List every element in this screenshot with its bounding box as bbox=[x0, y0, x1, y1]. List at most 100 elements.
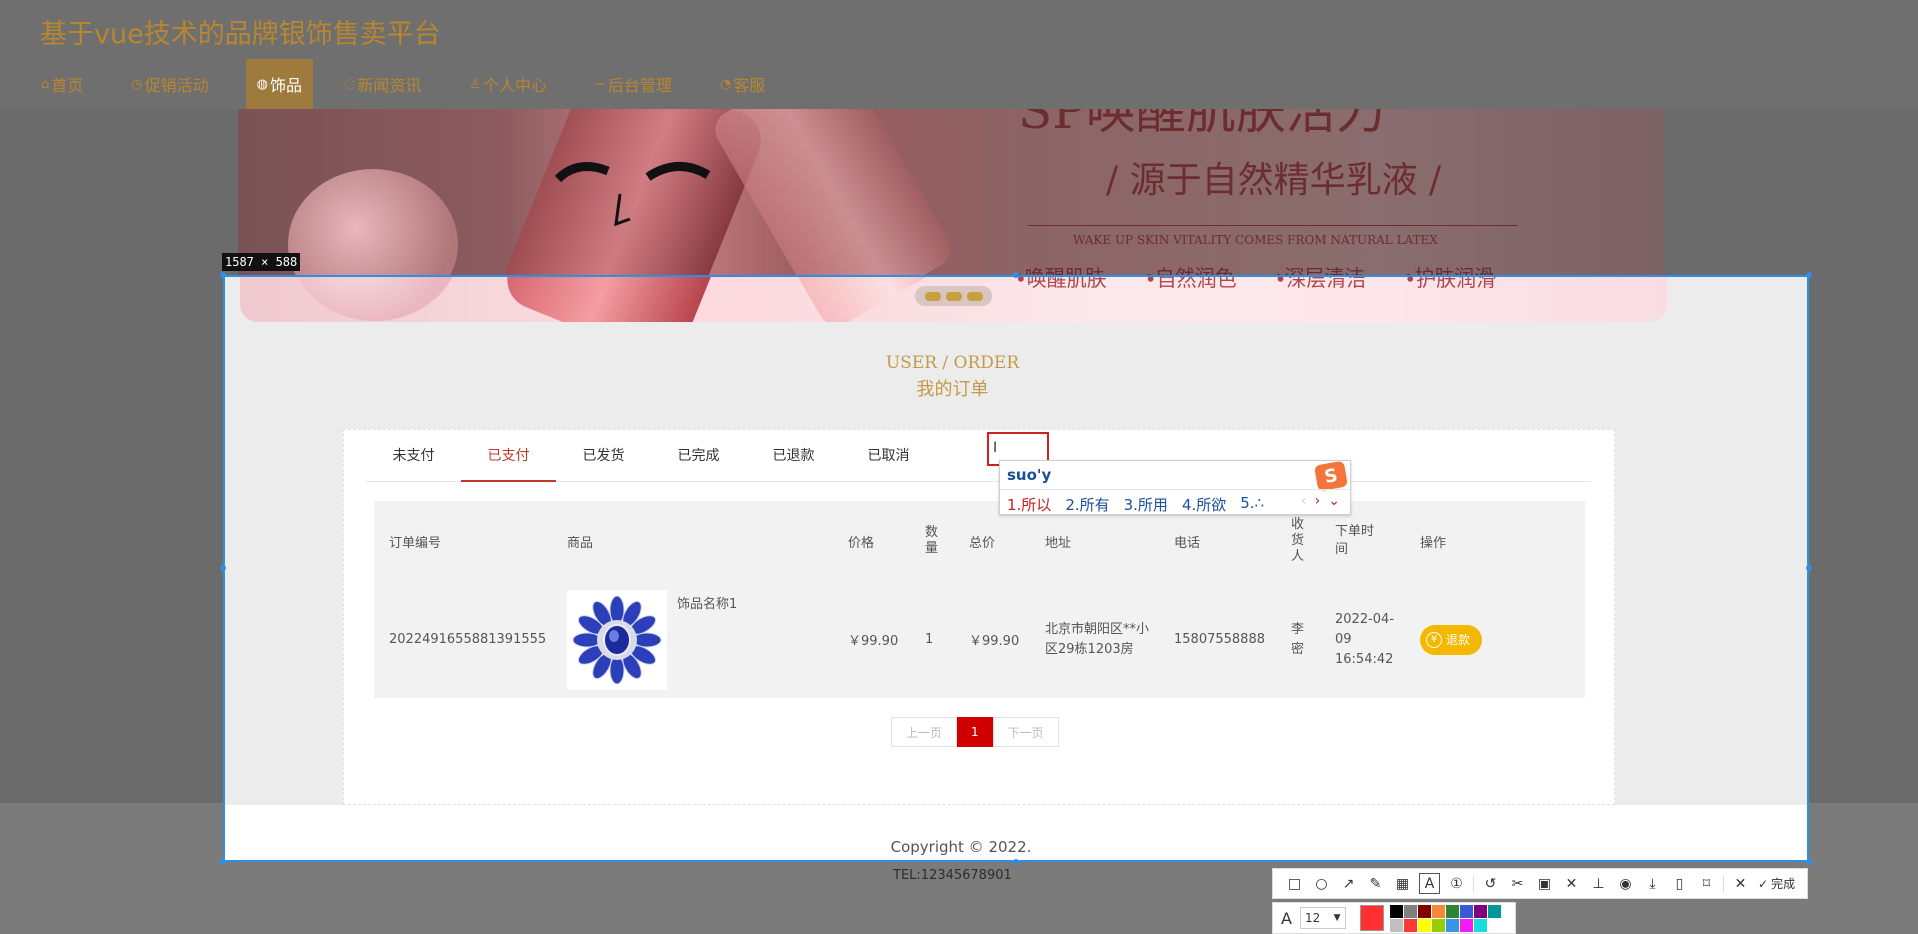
color-swatch[interactable] bbox=[1446, 904, 1459, 918]
scissors-icon[interactable]: ✂ bbox=[1504, 870, 1531, 897]
page-1-button[interactable]: 1 bbox=[957, 717, 993, 747]
nav-item-4[interactable]: ♙ 个人中心 bbox=[458, 59, 558, 109]
screenshot-toolbar: □ ○ ↗ ✎ ▦ A ① ↺ ✂ ▣ ✕ ⊥ ◉ ⤓ ▯ ⌑ ✕ ✓ 完成 bbox=[1272, 868, 1808, 899]
carousel-dot[interactable] bbox=[966, 291, 983, 301]
nav-item-0[interactable]: ⌂ 首页 bbox=[30, 59, 94, 109]
color-swatch[interactable] bbox=[1460, 918, 1473, 932]
section-title-en: USER / ORDER bbox=[885, 353, 1020, 373]
next-page-button[interactable]: 下一页 bbox=[992, 717, 1059, 747]
rectangle-icon[interactable]: □ bbox=[1281, 870, 1308, 897]
col-header-product: 商品 bbox=[567, 535, 594, 551]
col-header-price: 价格 bbox=[848, 535, 875, 551]
nav-item-1[interactable]: ◷ 促销活动 bbox=[120, 59, 219, 109]
check-icon: ✓ bbox=[1758, 876, 1769, 891]
resize-handle[interactable] bbox=[220, 859, 226, 865]
screenshot-selection[interactable]: SP唤醒肌肤活力 / 源于自然精华乳液 / WAKE UP SKIN VITAL… bbox=[223, 275, 1809, 862]
selection-size-label: 1587 × 588 bbox=[222, 253, 301, 271]
color-swatch[interactable] bbox=[1432, 918, 1445, 932]
site-header: 基于vue技术的品牌银饰售卖平台 ⌂ 首页 ◷ 促销活动 ◍ 饰品 ◌ 新闻资讯 ♙ 个人中心 ∽ 后… bbox=[0, 0, 1918, 109]
ime-candidate[interactable]: 3.所用 bbox=[1124, 494, 1168, 515]
banner-face-graphic bbox=[554, 162, 711, 227]
color-swatch[interactable] bbox=[1502, 904, 1515, 918]
text-tool-icon[interactable]: A bbox=[1416, 870, 1443, 897]
order-tab-4[interactable]: 已退款 bbox=[746, 430, 841, 482]
undo-icon[interactable]: ↺ bbox=[1477, 870, 1504, 897]
product-name[interactable]: 饰品名称1 bbox=[677, 593, 737, 612]
address: 北京市朝阳区**小区29栋1203房 bbox=[1045, 621, 1150, 657]
refund-button[interactable]: ¥ 退款 bbox=[1420, 624, 1483, 655]
prev-page-button[interactable]: 上一页 bbox=[891, 717, 958, 747]
ime-candidate[interactable]: 2.所有 bbox=[1065, 494, 1109, 515]
resize-handle[interactable] bbox=[1806, 859, 1812, 865]
ellipse-icon[interactable]: ○ bbox=[1308, 870, 1335, 897]
ime-candidate[interactable]: 4.所欲 bbox=[1182, 494, 1226, 515]
nav-label: 促销活动 bbox=[144, 76, 209, 95]
nav-label: 首页 bbox=[51, 76, 84, 95]
record-icon[interactable]: ◉ bbox=[1612, 870, 1639, 897]
translate-icon[interactable]: ✕ bbox=[1558, 870, 1585, 897]
nav-item-6[interactable]: ◔ 客服 bbox=[709, 59, 776, 109]
color-swatch[interactable] bbox=[1390, 904, 1403, 918]
nav-item-2[interactable]: ◍ 饰品 bbox=[245, 59, 313, 109]
resize-handle[interactable] bbox=[220, 272, 226, 278]
sogou-logo-icon: S bbox=[1313, 460, 1349, 492]
product-cell[interactable]: 饰品名称1 bbox=[567, 581, 737, 698]
toolbar-divider bbox=[1473, 874, 1474, 893]
order-tab-2[interactable]: 已发货 bbox=[556, 430, 651, 482]
banner-tag: •唤醒肌肤 bbox=[1015, 275, 1107, 291]
carousel-dot[interactable] bbox=[924, 291, 941, 301]
ime-candidate-window[interactable]: suo'y S 1.所以 2.所有 3.所用 4.所欲 5.∴ ‹ › ⌄ bbox=[999, 460, 1351, 515]
mosaic-icon[interactable]: ▦ bbox=[1389, 870, 1416, 897]
ime-expand-icon[interactable]: ⌄ bbox=[1328, 493, 1340, 509]
color-swatch[interactable] bbox=[1390, 918, 1403, 932]
order-tab-3[interactable]: 已完成 bbox=[651, 430, 746, 482]
download-icon[interactable]: ⤓ bbox=[1639, 870, 1666, 897]
color-swatch[interactable] bbox=[1418, 918, 1431, 932]
color-swatch[interactable] bbox=[1446, 918, 1459, 932]
resize-handle[interactable] bbox=[220, 565, 226, 571]
dropdown-icon: ▼ bbox=[1333, 913, 1341, 923]
nav-label: 饰品 bbox=[269, 76, 302, 95]
font-size-select[interactable]: 12 ▼ bbox=[1299, 907, 1346, 929]
color-swatch[interactable] bbox=[1404, 918, 1417, 932]
color-swatch[interactable] bbox=[1404, 904, 1417, 918]
color-swatch[interactable] bbox=[1460, 904, 1473, 918]
color-swatch[interactable] bbox=[1418, 904, 1431, 918]
resize-handle[interactable] bbox=[1013, 859, 1019, 865]
pin-icon[interactable]: ⊥ bbox=[1585, 870, 1612, 897]
resize-handle[interactable] bbox=[1013, 272, 1019, 278]
pen-icon[interactable]: ✎ bbox=[1362, 870, 1389, 897]
number-icon[interactable]: ① bbox=[1443, 870, 1470, 897]
done-button[interactable]: ✓ 完成 bbox=[1754, 875, 1795, 892]
color-swatch[interactable] bbox=[1474, 904, 1487, 918]
carousel-dot[interactable] bbox=[945, 291, 962, 301]
order-table: 订单编号 商品 价格 数量 总价 地址 电话 收货人 下单时间 操作 20224… bbox=[374, 501, 1585, 698]
ime-prev-icon[interactable]: ‹ bbox=[1301, 493, 1307, 509]
ime-pinyin: suo'y bbox=[1007, 466, 1052, 484]
resize-handle[interactable] bbox=[1806, 272, 1812, 278]
bookmark-icon[interactable]: ⌑ bbox=[1693, 870, 1720, 897]
resize-handle[interactable] bbox=[1806, 565, 1812, 571]
color-swatch[interactable] bbox=[1474, 918, 1487, 932]
product-thumbnail[interactable] bbox=[567, 589, 667, 690]
phone-icon[interactable]: ▯ bbox=[1666, 870, 1693, 897]
nav-label: 客服 bbox=[733, 76, 766, 95]
ime-next-icon[interactable]: › bbox=[1315, 493, 1321, 509]
order-tab-0[interactable]: 未支付 bbox=[366, 430, 461, 482]
ocr-icon[interactable]: ▣ bbox=[1531, 870, 1558, 897]
phone: 15807558888 bbox=[1174, 632, 1265, 647]
col-header-order-no: 订单编号 bbox=[389, 535, 442, 551]
order-tab-5[interactable]: 已取消 bbox=[841, 430, 936, 482]
ime-candidate[interactable]: 5.∴ bbox=[1240, 494, 1264, 515]
color-swatch[interactable] bbox=[1432, 904, 1445, 918]
close-icon[interactable]: ✕ bbox=[1727, 870, 1754, 897]
nav-item-3[interactable]: ◌ 新闻资讯 bbox=[333, 59, 432, 109]
ime-candidate[interactable]: 1.所以 bbox=[1007, 494, 1051, 515]
arrow-icon[interactable]: ↗ bbox=[1335, 870, 1362, 897]
nav-item-5[interactable]: ∽ 后台管理 bbox=[584, 59, 683, 109]
order-tab-1[interactable]: 已支付 bbox=[461, 430, 556, 482]
carousel-dots bbox=[915, 286, 992, 306]
order-no: 2022491655881391555 bbox=[389, 632, 547, 647]
color-swatch[interactable] bbox=[1488, 904, 1501, 918]
current-color-swatch[interactable] bbox=[1359, 905, 1384, 931]
